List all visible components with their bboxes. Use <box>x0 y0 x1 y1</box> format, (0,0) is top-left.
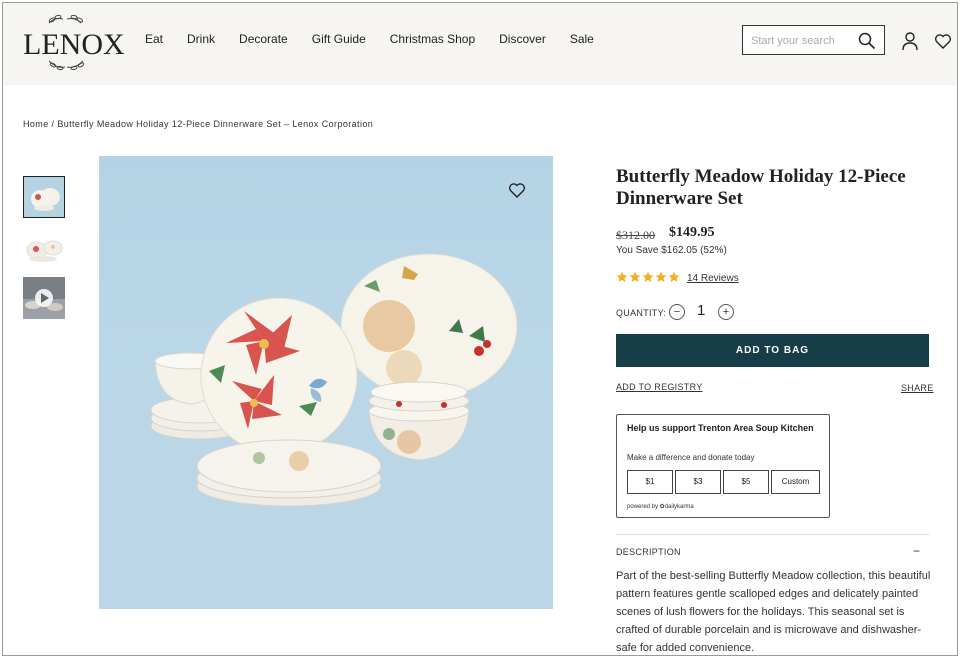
section-divider <box>616 534 929 535</box>
quantity-decrease-button[interactable]: − <box>669 304 685 320</box>
donate-1-button[interactable]: $1 <box>627 470 673 494</box>
user-icon[interactable] <box>901 31 919 51</box>
donate-3-button[interactable]: $3 <box>675 470 721 494</box>
add-to-bag-button[interactable]: ADD TO BAG <box>616 334 929 367</box>
breadcrumb-current: Butterfly Meadow Holiday 12-Piece Dinner… <box>57 119 374 129</box>
savings-text: You Save $162.05 (52%) <box>616 245 727 256</box>
sale-price: $149.95 <box>669 225 715 240</box>
donation-widget: Help us support Trenton Area Soup Kitche… <box>616 414 830 518</box>
rating-stars[interactable] <box>616 271 680 283</box>
nav-eat[interactable]: Eat <box>145 32 163 46</box>
donation-subtitle: Make a difference and donate today <box>627 453 755 462</box>
thumbnail-1[interactable] <box>23 176 65 218</box>
breadcrumb: Home / Butterfly Meadow Holiday 12-Piece… <box>23 119 373 129</box>
donation-title: Help us support Trenton Area Soup Kitche… <box>627 423 814 433</box>
quantity-value[interactable]: 1 <box>697 302 705 319</box>
breadcrumb-separator: / <box>48 119 58 129</box>
search-box <box>742 25 885 55</box>
product-photo <box>99 156 553 609</box>
donate-5-button[interactable]: $5 <box>723 470 769 494</box>
powered-by-dailykarma: powered by ✿dailykarma <box>627 504 694 510</box>
nav-sale[interactable]: Sale <box>570 32 594 46</box>
add-to-registry-link[interactable]: ADD TO REGISTRY <box>616 382 703 392</box>
star-icon <box>642 271 654 282</box>
reviews-link[interactable]: 14 Reviews <box>687 273 739 284</box>
quantity-label: QUANTITY: <box>616 308 667 318</box>
thumbnail-video[interactable] <box>23 277 65 319</box>
star-icon <box>616 271 628 282</box>
star-icon <box>655 271 667 282</box>
page-frame: LENOX Eat Drink Decorate Gift Guide Chri… <box>2 2 958 656</box>
star-icon <box>629 271 641 282</box>
site-header: LENOX Eat Drink Decorate Gift Guide Chri… <box>3 3 957 85</box>
description-heading[interactable]: DESCRIPTION <box>616 547 681 557</box>
thumbnail-2[interactable] <box>23 228 65 270</box>
search-icon[interactable] <box>858 32 876 50</box>
thumbnail-image <box>24 177 64 217</box>
star-icon <box>668 271 680 282</box>
thumbnail-image <box>23 228 65 270</box>
nav-drink[interactable]: Drink <box>187 32 215 46</box>
thumbnail-image <box>23 277 65 319</box>
original-price: $312.00 <box>616 228 655 242</box>
share-link[interactable]: SHARE <box>901 383 934 393</box>
nav-decorate[interactable]: Decorate <box>239 32 288 46</box>
wishlist-heart-icon[interactable] <box>934 32 952 50</box>
main-nav: Eat Drink Decorate Gift Guide Christmas … <box>145 32 618 46</box>
nav-gift-guide[interactable]: Gift Guide <box>312 32 366 46</box>
description-collapse-icon[interactable]: − <box>913 544 920 558</box>
search-input[interactable] <box>751 33 851 49</box>
nav-christmas-shop[interactable]: Christmas Shop <box>390 32 475 46</box>
logo-text: LENOX <box>23 28 125 61</box>
quantity-increase-button[interactable]: + <box>718 304 734 320</box>
product-title: Butterfly Meadow Holiday 12-Piece Dinner… <box>616 166 906 209</box>
favorite-heart-icon[interactable] <box>508 181 526 199</box>
nav-discover[interactable]: Discover <box>499 32 546 46</box>
donate-custom-button[interactable]: Custom <box>771 470 820 494</box>
description-text: Part of the best-selling Butterfly Meado… <box>616 570 931 654</box>
breadcrumb-home[interactable]: Home <box>23 119 49 129</box>
product-hero-image <box>99 156 553 609</box>
lenox-logo[interactable]: LENOX <box>19 11 125 73</box>
